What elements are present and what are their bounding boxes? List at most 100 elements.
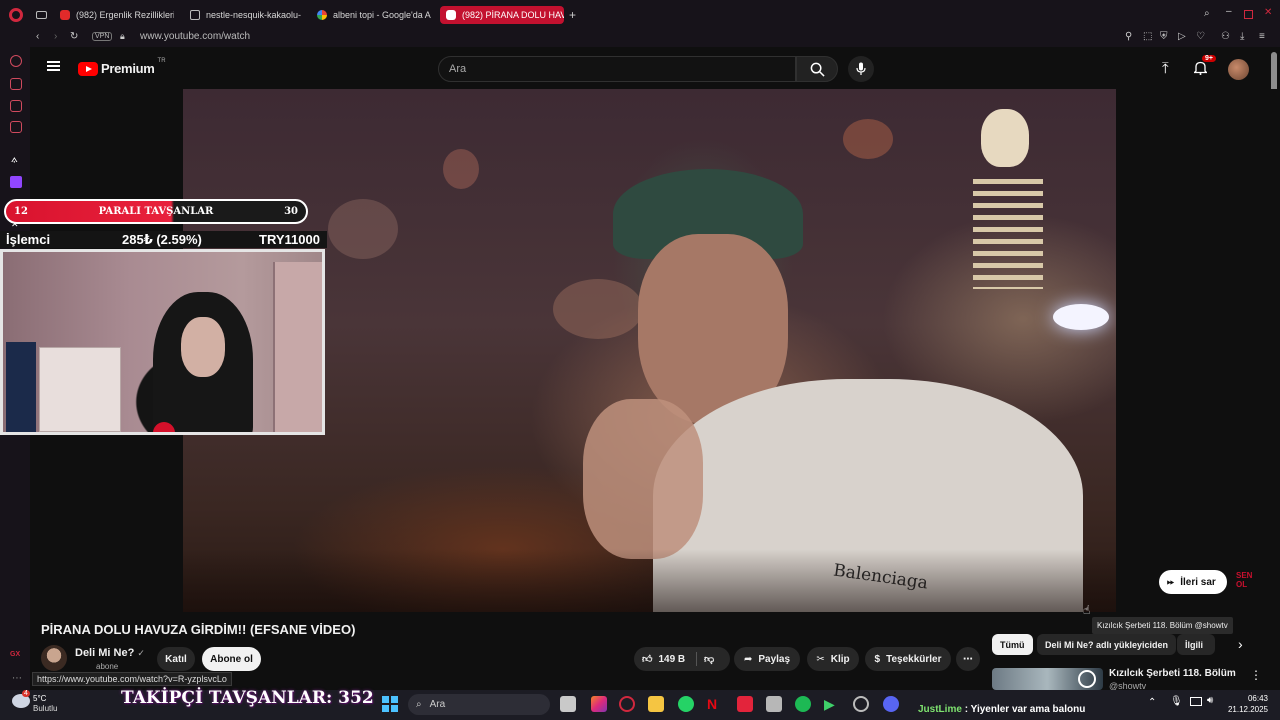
- goal-title: PARALI TAVŞANLAR: [98, 206, 214, 217]
- maximize-icon[interactable]: [1244, 10, 1253, 19]
- forward-icon[interactable]: ›: [54, 31, 57, 42]
- download-icon[interactable]: ⤓: [1240, 31, 1244, 42]
- hamburger-menu-icon[interactable]: [47, 61, 60, 71]
- search-button[interactable]: [796, 56, 838, 82]
- recommended-thumbnail[interactable]: [992, 668, 1103, 690]
- thumbs-down-icon[interactable]: 👎︎: [704, 653, 714, 665]
- obs-icon[interactable]: [853, 696, 869, 712]
- stock-ticker: İşlemci 285₺ (2.59%) TRY11000: [0, 231, 327, 248]
- follower-count-overlay: TAKİPÇİ TAVŞANLAR: 352: [121, 688, 374, 708]
- like-divider: [696, 652, 697, 666]
- channel-avatar[interactable]: [41, 645, 67, 671]
- discord-icon[interactable]: [883, 696, 899, 712]
- chip-from-uploader[interactable]: Deli Mi Ne? adlı yükleyiciden: [1037, 634, 1177, 655]
- snapshot-icon[interactable]: ⬚: [1143, 31, 1152, 42]
- tray-chevron-icon[interactable]: ⌃: [1148, 697, 1156, 708]
- notifications-button[interactable]: 9+: [1192, 55, 1216, 75]
- skip-forward-button[interactable]: ⏩︎ İleri sar: [1159, 570, 1227, 594]
- bookmark-pin-icon[interactable]: ⚲: [1125, 31, 1132, 42]
- skeleton-decoration: [963, 109, 1053, 389]
- shield-icon[interactable]: ⛨: [1160, 31, 1168, 42]
- thumbs-up-icon[interactable]: 👍︎: [642, 653, 652, 665]
- image-viewer-icon[interactable]: [766, 696, 782, 712]
- bag-icon[interactable]: [10, 78, 22, 90]
- close-window-icon[interactable]: ✕: [1264, 7, 1272, 18]
- chips-next-icon[interactable]: ›: [1238, 636, 1243, 652]
- sidebar-more-icon[interactable]: ⋯: [12, 673, 22, 684]
- fish-shape: [443, 149, 479, 189]
- menu-icon[interactable]: ≡: [1259, 31, 1265, 42]
- recommended-title[interactable]: Kızılcık Şerbeti 118. Bölüm: [1109, 668, 1236, 679]
- media-player-icon[interactable]: ▶: [824, 696, 840, 712]
- youtube-logo[interactable]: Premium TR: [78, 58, 166, 76]
- task-view-icon[interactable]: [560, 696, 576, 712]
- youtube-play-icon: [78, 61, 98, 76]
- whatsapp-icon[interactable]: [678, 696, 694, 712]
- clip-button[interactable]: ✂ Klip: [807, 647, 859, 671]
- search-input[interactable]: Ara: [438, 56, 796, 82]
- weather-temperature[interactable]: 5°C: [33, 694, 46, 703]
- gx-icon[interactable]: GX: [10, 651, 20, 658]
- tab-pirana-active[interactable]: (982) PİRANA DOLU HAV: [440, 6, 564, 24]
- volume-icon[interactable]: 🔊︎: [1207, 695, 1213, 706]
- taskbar-search-label: Ara: [429, 699, 446, 710]
- chat-username: JustLime: [918, 704, 962, 715]
- twitch-icon[interactable]: [10, 176, 22, 188]
- search-tabs-icon[interactable]: ⌕: [1204, 8, 1210, 19]
- opera-logo-icon[interactable]: [9, 8, 23, 22]
- taskbar-search[interactable]: ⌕ Ara: [408, 694, 550, 715]
- voice-search-button[interactable]: [848, 56, 874, 82]
- channel-name[interactable]: Deli Mi Ne? ✓: [75, 647, 145, 659]
- aria-icon[interactable]: ⟑: [11, 153, 18, 166]
- spotify-icon[interactable]: [795, 696, 811, 712]
- minimize-icon[interactable]: –: [1226, 6, 1232, 17]
- weather-description[interactable]: Bulutlu: [33, 704, 57, 713]
- tab-ergenlik[interactable]: (982) Ergenlik Rezillikleri: [54, 6, 174, 24]
- tab-albeni[interactable]: albeni topi - Google'da A: [311, 6, 431, 24]
- chat-icon[interactable]: [10, 100, 22, 112]
- rec-more-icon[interactable]: ⋮: [1250, 668, 1262, 682]
- vpn-badge[interactable]: VPN: [92, 32, 113, 41]
- instagram-icon[interactable]: [591, 696, 607, 712]
- history-icon[interactable]: [10, 55, 22, 67]
- mic-tray-icon[interactable]: 🎙︎: [1170, 696, 1183, 707]
- app-red-icon[interactable]: [737, 696, 753, 712]
- netflix-icon[interactable]: N: [707, 696, 723, 712]
- url-field[interactable]: www.youtube.com/watch: [140, 31, 250, 42]
- chip-related[interactable]: İlgili: [1177, 634, 1215, 655]
- tab-label: (982) PİRANA DOLU HAV: [462, 10, 564, 20]
- back-icon[interactable]: ‹: [36, 31, 39, 42]
- windows-start-icon[interactable]: [382, 696, 398, 712]
- microphone-icon: [856, 62, 866, 75]
- youtube-icon: [446, 10, 456, 20]
- like-count[interactable]: 149 B: [658, 654, 685, 665]
- display-tray-icon[interactable]: [1190, 697, 1202, 706]
- more-actions-button[interactable]: ⋯: [956, 647, 980, 671]
- account-avatar[interactable]: [1228, 59, 1249, 80]
- profile-icon[interactable]: ⚇: [1221, 31, 1230, 42]
- bell-icon: [1192, 61, 1209, 75]
- opera-taskbar-icon[interactable]: [619, 696, 635, 712]
- tab-nestle[interactable]: nestle-nesquik-kakaolu-: [184, 6, 302, 24]
- chip-all[interactable]: Tümü: [992, 634, 1033, 655]
- new-tab-plus-icon[interactable]: +: [569, 8, 576, 22]
- subscribe-button[interactable]: Abone ol: [202, 647, 261, 671]
- join-button[interactable]: Katıl: [157, 647, 195, 671]
- clip-label: Klip: [830, 653, 850, 665]
- goal-progress-bar: 12 PARALI TAVŞANLAR 30: [4, 199, 308, 224]
- file-explorer-icon[interactable]: [648, 696, 664, 712]
- workspaces-icon[interactable]: [36, 11, 47, 19]
- share-button[interactable]: ➦ Paylaş: [734, 647, 800, 671]
- youtube-header: Premium TR Ara ⤒ 9+: [30, 47, 1270, 89]
- create-upload-icon[interactable]: ⤒: [1162, 60, 1169, 77]
- messenger-icon[interactable]: [10, 121, 22, 133]
- channel-watermark-logo: SEN OL: [1236, 571, 1253, 589]
- thanks-button[interactable]: $ Teşekkürler: [865, 647, 951, 671]
- taskbar-clock[interactable]: 06:43: [1220, 694, 1268, 703]
- heart-icon[interactable]: ♡: [1196, 31, 1205, 42]
- fish-shape: [843, 119, 893, 159]
- like-dislike-group: 👍︎ 149 B 👎︎: [634, 647, 730, 671]
- taskbar-date[interactable]: 21.12.2025: [1220, 705, 1268, 714]
- play-icon[interactable]: ▷: [1178, 31, 1186, 42]
- reload-icon[interactable]: ↻: [70, 31, 78, 42]
